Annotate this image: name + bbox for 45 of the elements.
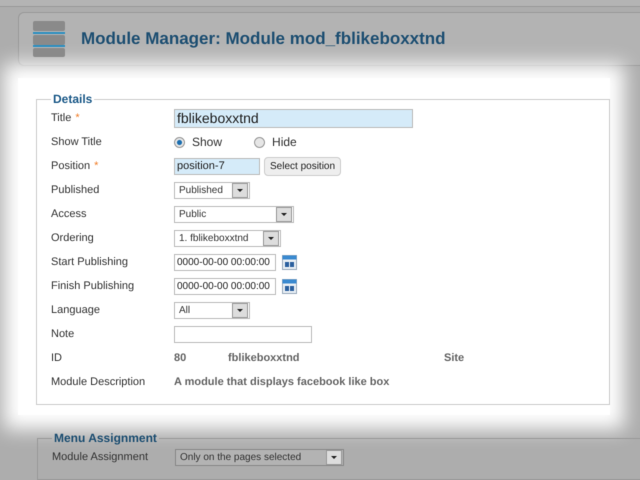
radio-button[interactable] [174,136,185,148]
dropdown[interactable]: Public [174,206,294,222]
field-label: Finish Publishing [51,280,134,292]
radio-button[interactable] [254,136,266,148]
field-label: Language [51,304,100,316]
caret-icon [237,308,243,312]
caret-icon [237,188,243,192]
field-label: Module Assignment [52,451,148,463]
calendar-icon[interactable] [282,278,297,294]
caret-icon [331,456,337,458]
caret-icon [268,236,274,240]
field-label: Published [51,184,100,196]
required-mark: * [94,160,98,172]
field-label: Ordering [51,232,94,244]
section-legend: Menu Assignment [52,431,159,445]
dropdown[interactable]: All [174,302,250,318]
input-field[interactable]: position-7 [174,158,260,174]
info-text: Site [444,352,464,364]
description-text: A module that displays facebook like box [174,376,390,388]
radio-label[interactable]: Show [192,135,222,149]
field-label: Access [51,208,86,220]
field-label: Position [51,160,90,172]
caret-icon [281,212,287,216]
date-field[interactable]: 0000-00-00 00:00:00 [174,278,276,294]
field-label: Start Publishing [51,256,128,268]
required-mark: * [75,112,80,124]
input-field[interactable] [174,326,312,342]
field-label: Show Title [51,136,102,148]
radio-label[interactable]: Hide [272,135,297,149]
info-text: 80 [174,352,188,364]
dropdown[interactable]: Published [174,182,250,198]
module-stack-icon [33,21,65,57]
calendar-icon[interactable] [282,254,297,270]
dropdown[interactable]: Only on the pages selected [175,448,344,466]
info-text: fblikeboxxtnd [228,352,301,364]
field-label: ID [51,352,62,364]
date-field[interactable]: 0000-00-00 00:00:00 [174,254,276,270]
page-title: Module Manager: Module mod_fblikeboxxtnd [81,29,446,49]
section-legend: Details [51,92,94,106]
input-field[interactable]: fblikeboxxtnd [174,108,413,128]
field-label: Module Description [51,376,146,388]
field-label: Title [51,112,72,124]
dropdown[interactable]: 1. fblikeboxxtnd [174,230,281,246]
field-label: Note [51,328,74,340]
select-position-button[interactable]: Select position [264,156,342,176]
